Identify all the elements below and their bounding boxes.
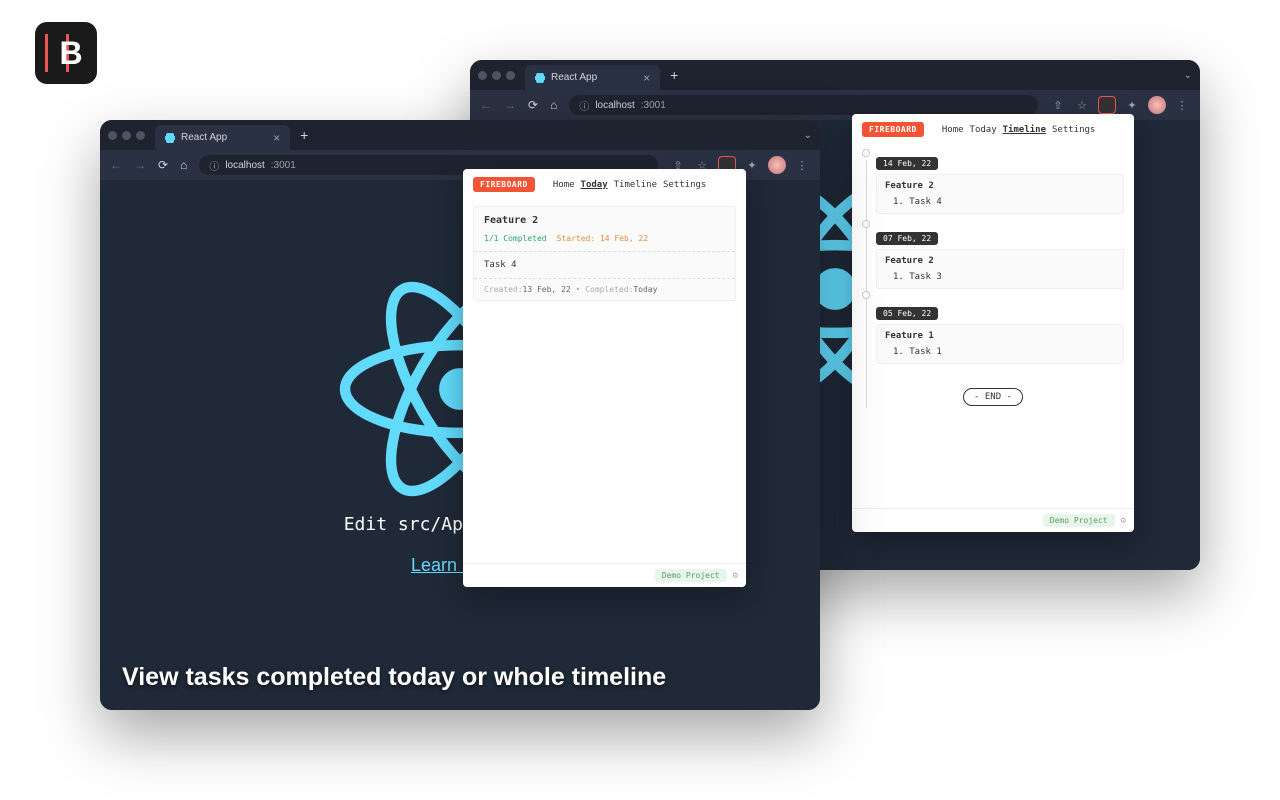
fireboard-panel-today: FIREBOARD Home Today Timeline Settings F… bbox=[463, 169, 746, 587]
nav-timeline[interactable]: Timeline bbox=[1003, 125, 1046, 135]
url-input[interactable]: ⓘ localhost :3001 bbox=[569, 95, 1038, 115]
timeline-entry: 14 Feb, 22 Feature 2 1. Task 4 bbox=[876, 151, 1124, 214]
app-logo: B bbox=[35, 22, 97, 84]
timeline-feature: Feature 1 bbox=[877, 325, 1123, 347]
nav-home[interactable]: Home bbox=[942, 125, 964, 135]
window-controls[interactable] bbox=[108, 131, 155, 140]
share-icon[interactable]: ⇧ bbox=[1050, 97, 1066, 113]
fireboard-badge: FIREBOARD bbox=[862, 122, 924, 137]
react-icon bbox=[165, 133, 175, 143]
browser-tab[interactable]: React App × bbox=[155, 125, 290, 150]
close-tab-icon[interactable]: × bbox=[643, 71, 650, 85]
url-host: localhost bbox=[595, 100, 634, 111]
info-icon: ⓘ bbox=[209, 158, 219, 173]
timeline-entry: 05 Feb, 22 Feature 1 1. Task 1 bbox=[876, 301, 1124, 364]
menu-icon[interactable]: ⋮ bbox=[1174, 97, 1190, 113]
info-icon: ⓘ bbox=[579, 98, 589, 113]
settings-icon[interactable]: ⚙ bbox=[733, 571, 738, 581]
nav-timeline[interactable]: Timeline bbox=[614, 180, 657, 190]
nav-home[interactable]: Home bbox=[553, 180, 575, 190]
settings-icon[interactable]: ⚙ bbox=[1121, 516, 1126, 526]
marketing-caption: View tasks completed today or whole time… bbox=[122, 663, 666, 692]
url-host: localhost bbox=[225, 160, 264, 171]
extensions-icon[interactable]: ✦ bbox=[1124, 97, 1140, 113]
reload-button[interactable]: ⟳ bbox=[528, 98, 538, 112]
nav-settings[interactable]: Settings bbox=[663, 180, 706, 190]
home-button[interactable]: ⌂ bbox=[180, 158, 187, 172]
url-port: :3001 bbox=[641, 100, 666, 111]
new-tab-button[interactable]: + bbox=[670, 67, 678, 83]
timeline-feature: Feature 2 bbox=[877, 175, 1123, 197]
timeline-date: 07 Feb, 22 bbox=[876, 232, 938, 245]
project-pill[interactable]: Demo Project bbox=[655, 569, 727, 582]
timeline-end: - END - bbox=[862, 384, 1124, 403]
nav-settings[interactable]: Settings bbox=[1052, 125, 1095, 135]
started-label: Started: 14 Feb, 22 bbox=[557, 234, 649, 243]
fireboard-badge: FIREBOARD bbox=[473, 177, 535, 192]
tab-title: React App bbox=[551, 72, 597, 83]
bookmark-icon[interactable]: ☆ bbox=[1074, 97, 1090, 113]
nav-today[interactable]: Today bbox=[970, 125, 997, 135]
timeline-date: 05 Feb, 22 bbox=[876, 307, 938, 320]
feature-card: Feature 2 1/1 Completed Started: 14 Feb,… bbox=[473, 206, 736, 301]
tabs-overflow-icon[interactable]: ⌄ bbox=[804, 130, 812, 141]
browser-tab[interactable]: React App × bbox=[525, 65, 660, 90]
timeline-node bbox=[862, 291, 870, 299]
new-tab-button[interactable]: + bbox=[300, 127, 308, 143]
feature-title: Feature 2 bbox=[474, 207, 735, 234]
forward-button[interactable]: → bbox=[134, 158, 146, 172]
task-row[interactable]: Task 4 bbox=[474, 251, 735, 278]
task-meta: Created:13 Feb, 22 • Completed:Today bbox=[474, 278, 735, 300]
timeline-line bbox=[866, 160, 867, 408]
project-pill[interactable]: Demo Project bbox=[1043, 514, 1115, 527]
timeline-task: 1. Task 3 bbox=[877, 272, 1123, 288]
tab-bar: React App × + ⌄ bbox=[100, 120, 820, 150]
fireboard-extension-icon[interactable] bbox=[1098, 96, 1116, 114]
window-controls[interactable] bbox=[478, 71, 525, 80]
tab-title: React App bbox=[181, 132, 227, 143]
back-button[interactable]: ← bbox=[110, 158, 122, 172]
timeline-node bbox=[862, 220, 870, 228]
forward-button[interactable]: → bbox=[504, 98, 516, 112]
timeline-date: 14 Feb, 22 bbox=[876, 157, 938, 170]
extensions-icon[interactable]: ✦ bbox=[744, 157, 760, 173]
reload-button[interactable]: ⟳ bbox=[158, 158, 168, 172]
back-button[interactable]: ← bbox=[480, 98, 492, 112]
home-button[interactable]: ⌂ bbox=[550, 98, 557, 112]
tab-bar: React App × + ⌄ bbox=[470, 60, 1200, 90]
timeline-entry: 07 Feb, 22 Feature 2 1. Task 3 bbox=[876, 226, 1124, 289]
react-icon bbox=[535, 73, 545, 83]
url-port: :3001 bbox=[271, 160, 296, 171]
nav-today[interactable]: Today bbox=[581, 180, 608, 190]
timeline-task: 1. Task 1 bbox=[877, 347, 1123, 363]
timeline-feature: Feature 2 bbox=[877, 250, 1123, 272]
menu-icon[interactable]: ⋮ bbox=[794, 157, 810, 173]
profile-avatar[interactable] bbox=[768, 156, 786, 174]
completion-badge: 1/1 Completed bbox=[484, 234, 547, 243]
fireboard-panel-timeline: FIREBOARD Home Today Timeline Settings 1… bbox=[852, 114, 1134, 532]
profile-avatar[interactable] bbox=[1148, 96, 1166, 114]
timeline-node bbox=[862, 149, 870, 157]
tabs-overflow-icon[interactable]: ⌄ bbox=[1184, 70, 1192, 81]
timeline-task: 1. Task 4 bbox=[877, 197, 1123, 213]
close-tab-icon[interactable]: × bbox=[273, 131, 280, 145]
